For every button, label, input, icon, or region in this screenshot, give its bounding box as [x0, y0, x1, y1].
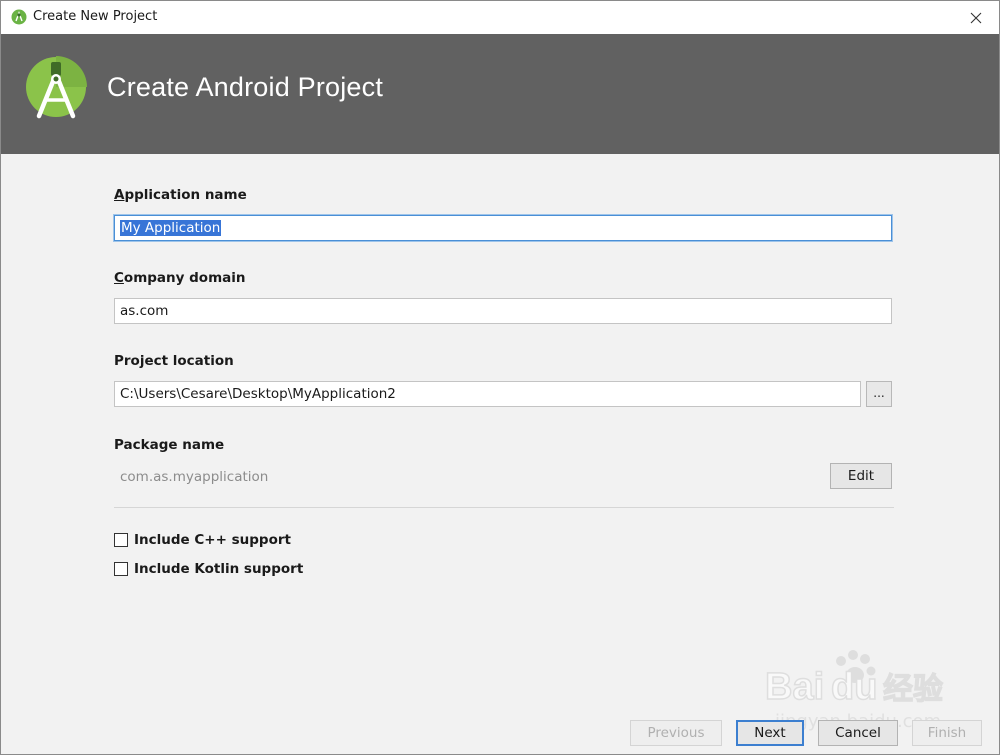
application-name-value: My Application — [120, 220, 222, 236]
android-studio-app-icon — [11, 9, 27, 25]
kotlin-support-label: Include Kotlin support — [134, 561, 304, 577]
android-studio-logo-icon — [26, 56, 87, 119]
create-new-project-window: Create New Project Create Android Projec… — [0, 0, 1000, 755]
close-icon — [970, 12, 982, 23]
cpp-support-label: Include C++ support — [134, 532, 291, 548]
project-location-input[interactable]: C:\Users\Cesare\Desktop\MyApplication2 — [114, 381, 861, 407]
title-bar: Create New Project — [1, 1, 999, 34]
package-name-value: com.as.myapplication — [120, 469, 269, 485]
application-name-label: Application name — [114, 187, 247, 203]
finish-button[interactable]: Finish — [912, 720, 982, 746]
company-domain-value: as.com — [120, 303, 169, 319]
browse-location-button[interactable]: ... — [866, 381, 892, 407]
project-location-label: Project location — [114, 353, 234, 369]
watermark-brand: Bai — [765, 666, 824, 708]
close-button[interactable] — [953, 1, 999, 34]
watermark-brand-cn: 经验 — [883, 672, 943, 707]
page-heading: Create Android Project — [107, 72, 384, 102]
company-domain-input[interactable]: as.com — [114, 298, 892, 324]
project-form: Application name My Application Company … — [1, 154, 999, 709]
kotlin-support-checkbox[interactable] — [114, 562, 128, 576]
form-divider — [114, 507, 894, 508]
baidu-jingyan-watermark: Bai du 经验 jingyan.baidu.com — [764, 650, 944, 731]
edit-package-button[interactable]: Edit — [830, 463, 892, 489]
cpp-support-checkbox[interactable] — [114, 533, 128, 547]
package-name-label: Package name — [114, 437, 225, 453]
kotlin-support-row[interactable]: Include Kotlin support — [114, 561, 303, 577]
cancel-button[interactable]: Cancel — [818, 720, 898, 746]
header-banner: Create Android Project — [1, 34, 999, 154]
cpp-support-row[interactable]: Include C++ support — [114, 532, 291, 548]
project-location-value: C:\Users\Cesare\Desktop\MyApplication2 — [120, 386, 396, 402]
watermark-brand-2: du — [831, 666, 877, 708]
next-button[interactable]: Next — [736, 720, 804, 746]
previous-button[interactable]: Previous — [630, 720, 722, 746]
company-domain-label: Company domain — [114, 270, 246, 286]
window-title: Create New Project — [33, 9, 158, 24]
application-name-input[interactable]: My Application — [114, 215, 892, 241]
